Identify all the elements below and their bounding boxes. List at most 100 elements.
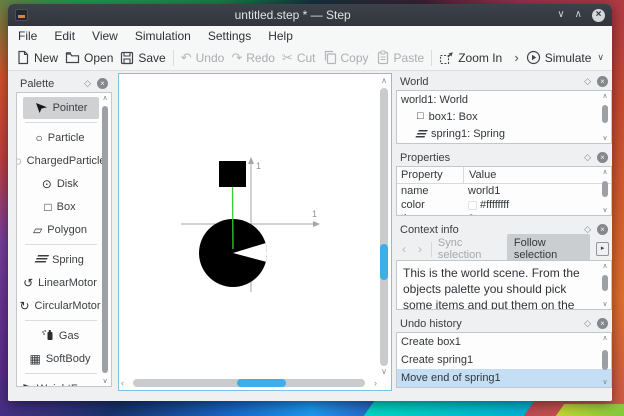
tree-item-world1[interactable]: world1: World (397, 91, 611, 108)
scroll-down-icon[interactable]: ∨ (600, 378, 610, 386)
close-icon[interactable]: × (592, 8, 605, 22)
palette-item-label: Particle (47, 131, 85, 144)
world-scrollbar[interactable]: ∧ ∨ (600, 92, 610, 142)
undo-item[interactable]: Create spring1 (397, 351, 611, 369)
scroll-down-icon[interactable]: ∨ (100, 377, 110, 385)
scroll-down-icon[interactable]: ∨ (378, 367, 390, 376)
property-name: name (401, 185, 429, 197)
property-row-time[interactable]: time 0 s (397, 212, 611, 215)
titlebar[interactable]: untitled.step * — Step ∨ ∧ × (8, 4, 612, 26)
simulate-button[interactable]: Simulate ∨ (526, 50, 604, 65)
canvas-horizontal-scrollbar[interactable]: ‹ › (121, 377, 377, 389)
circular-motor-icon: ↻ (19, 298, 30, 313)
palette-item-polygon[interactable]: ▱ Polygon (19, 218, 101, 241)
scrollbar-thumb[interactable] (102, 106, 108, 373)
maximize-icon[interactable]: ∧ (575, 10, 582, 20)
palette-item-disk[interactable]: ⊙ Disk (19, 172, 101, 195)
column-property[interactable]: Property (397, 169, 463, 181)
undo-button[interactable]: ↶ Undo (181, 51, 225, 65)
palette-item-label: WeightForce (37, 383, 99, 387)
world-canvas[interactable]: 1 1 ∧ ∨ ‹ › (118, 73, 392, 391)
cut-button[interactable]: ✂ Cut (282, 51, 316, 65)
property-row-name[interactable]: name world1 (397, 184, 611, 198)
float-icon[interactable]: ◇ (584, 318, 591, 329)
simulate-dropdown-icon[interactable]: ∨ (597, 52, 604, 63)
scroll-up-icon[interactable]: ∧ (600, 334, 610, 342)
pointer-icon (35, 101, 48, 116)
scrollbar-thumb[interactable] (602, 105, 608, 123)
palette-item-softbody[interactable]: ▦ SoftBody (19, 347, 101, 370)
scrollbar-thumb[interactable] (602, 275, 608, 291)
palette-item-weightforce[interactable]: ⚑ WeightForce (19, 377, 101, 387)
palette-scrollbar[interactable]: ∧ ∨ (100, 94, 110, 385)
undo-item[interactable]: Create box1 (397, 333, 611, 351)
sync-selection-button[interactable]: Sync selection (438, 237, 501, 261)
tree-item-label: world1: World (401, 93, 469, 106)
toolbar-overflow-icon[interactable]: › (514, 50, 518, 65)
context-scrollbar[interactable]: ∧ ∨ (600, 262, 610, 308)
scroll-down-icon[interactable]: ∨ (600, 134, 610, 142)
tree-item-spring1[interactable]: spring1: Spring (397, 125, 611, 142)
copy-button[interactable]: Copy (323, 50, 369, 65)
property-row-color[interactable]: color #ffffffff (397, 198, 611, 212)
scroll-up-icon[interactable]: ∧ (600, 92, 610, 100)
box1-body[interactable] (219, 161, 246, 187)
menu-help[interactable]: Help (268, 29, 293, 43)
menu-view[interactable]: View (92, 29, 118, 43)
palette-item-pointer[interactable]: Pointer (23, 97, 99, 119)
canvas-vertical-scrollbar[interactable]: ∧ ∨ (378, 76, 390, 376)
palette-item-linearmotor[interactable]: ↺ LinearMotor (19, 271, 101, 294)
redo-button[interactable]: ↷ Redo (231, 51, 275, 65)
zoom-in-button[interactable]: Zoom In (439, 51, 502, 65)
undo-item-selected[interactable]: Move end of spring1 (397, 369, 611, 387)
panel-close-icon[interactable]: × (597, 76, 608, 87)
scrollbar-thumb[interactable] (380, 243, 388, 280)
scroll-right-icon[interactable]: › (374, 377, 377, 389)
column-value[interactable]: Value (463, 167, 611, 183)
save-button[interactable]: Save (120, 51, 166, 65)
forward-icon[interactable]: › (415, 242, 425, 256)
palette-item-chargedparticle[interactable]: ◌ ChargedParticle (17, 149, 106, 172)
menu-file[interactable]: File (18, 29, 37, 43)
minimize-icon[interactable]: ∨ (557, 10, 564, 20)
panel-close-icon[interactable]: × (597, 224, 608, 235)
palette-list: Pointer ○ Particle ◌ ChargedParticle ⊙ (17, 93, 111, 387)
palette-item-spring[interactable]: Spring (19, 248, 101, 271)
palette-item-box[interactable]: □ Box (19, 195, 101, 218)
open-button[interactable]: Open (65, 51, 113, 65)
scroll-up-icon[interactable]: ∧ (600, 168, 610, 176)
app-icon (15, 9, 28, 21)
tree-item-box1[interactable]: □ box1: Box (397, 108, 611, 125)
menu-simulation[interactable]: Simulation (135, 29, 191, 43)
undo-scrollbar[interactable]: ∧ ∨ (600, 334, 610, 386)
scroll-up-icon[interactable]: ∧ (100, 94, 110, 102)
scrollbar-thumb[interactable] (237, 379, 287, 387)
show-panel-icon[interactable]: ▸ (596, 242, 610, 256)
scroll-down-icon[interactable]: ∨ (600, 300, 610, 308)
scroll-up-icon[interactable]: ∧ (378, 76, 390, 85)
menu-settings[interactable]: Settings (208, 29, 251, 43)
scrollbar-track[interactable] (133, 379, 365, 387)
properties-scrollbar[interactable]: ∧ ∨ (600, 168, 610, 214)
scroll-down-icon[interactable]: ∨ (600, 206, 610, 214)
float-icon[interactable]: ◇ (584, 152, 591, 163)
copy-icon (323, 50, 337, 65)
scroll-left-icon[interactable]: ‹ (121, 377, 124, 389)
panel-close-icon[interactable]: × (597, 318, 608, 329)
scrollbar-track[interactable] (380, 88, 388, 366)
scrollbar-thumb[interactable] (602, 181, 608, 197)
palette-item-gas[interactable]: Gas (19, 324, 101, 347)
paste-button[interactable]: Paste (376, 50, 424, 65)
float-icon[interactable]: ◇ (84, 78, 91, 89)
palette-item-circularmotor[interactable]: ↻ CircularMotor (19, 294, 101, 317)
panel-close-icon[interactable]: × (97, 78, 108, 89)
scrollbar-thumb[interactable] (602, 350, 608, 370)
float-icon[interactable]: ◇ (584, 76, 591, 87)
scroll-up-icon[interactable]: ∧ (600, 262, 610, 270)
menu-edit[interactable]: Edit (54, 29, 75, 43)
panel-close-icon[interactable]: × (597, 152, 608, 163)
palette-item-particle[interactable]: ○ Particle (19, 126, 101, 149)
back-icon[interactable]: ‹ (399, 242, 409, 256)
new-button[interactable]: New (16, 50, 58, 65)
spring1-body[interactable] (231, 186, 234, 250)
